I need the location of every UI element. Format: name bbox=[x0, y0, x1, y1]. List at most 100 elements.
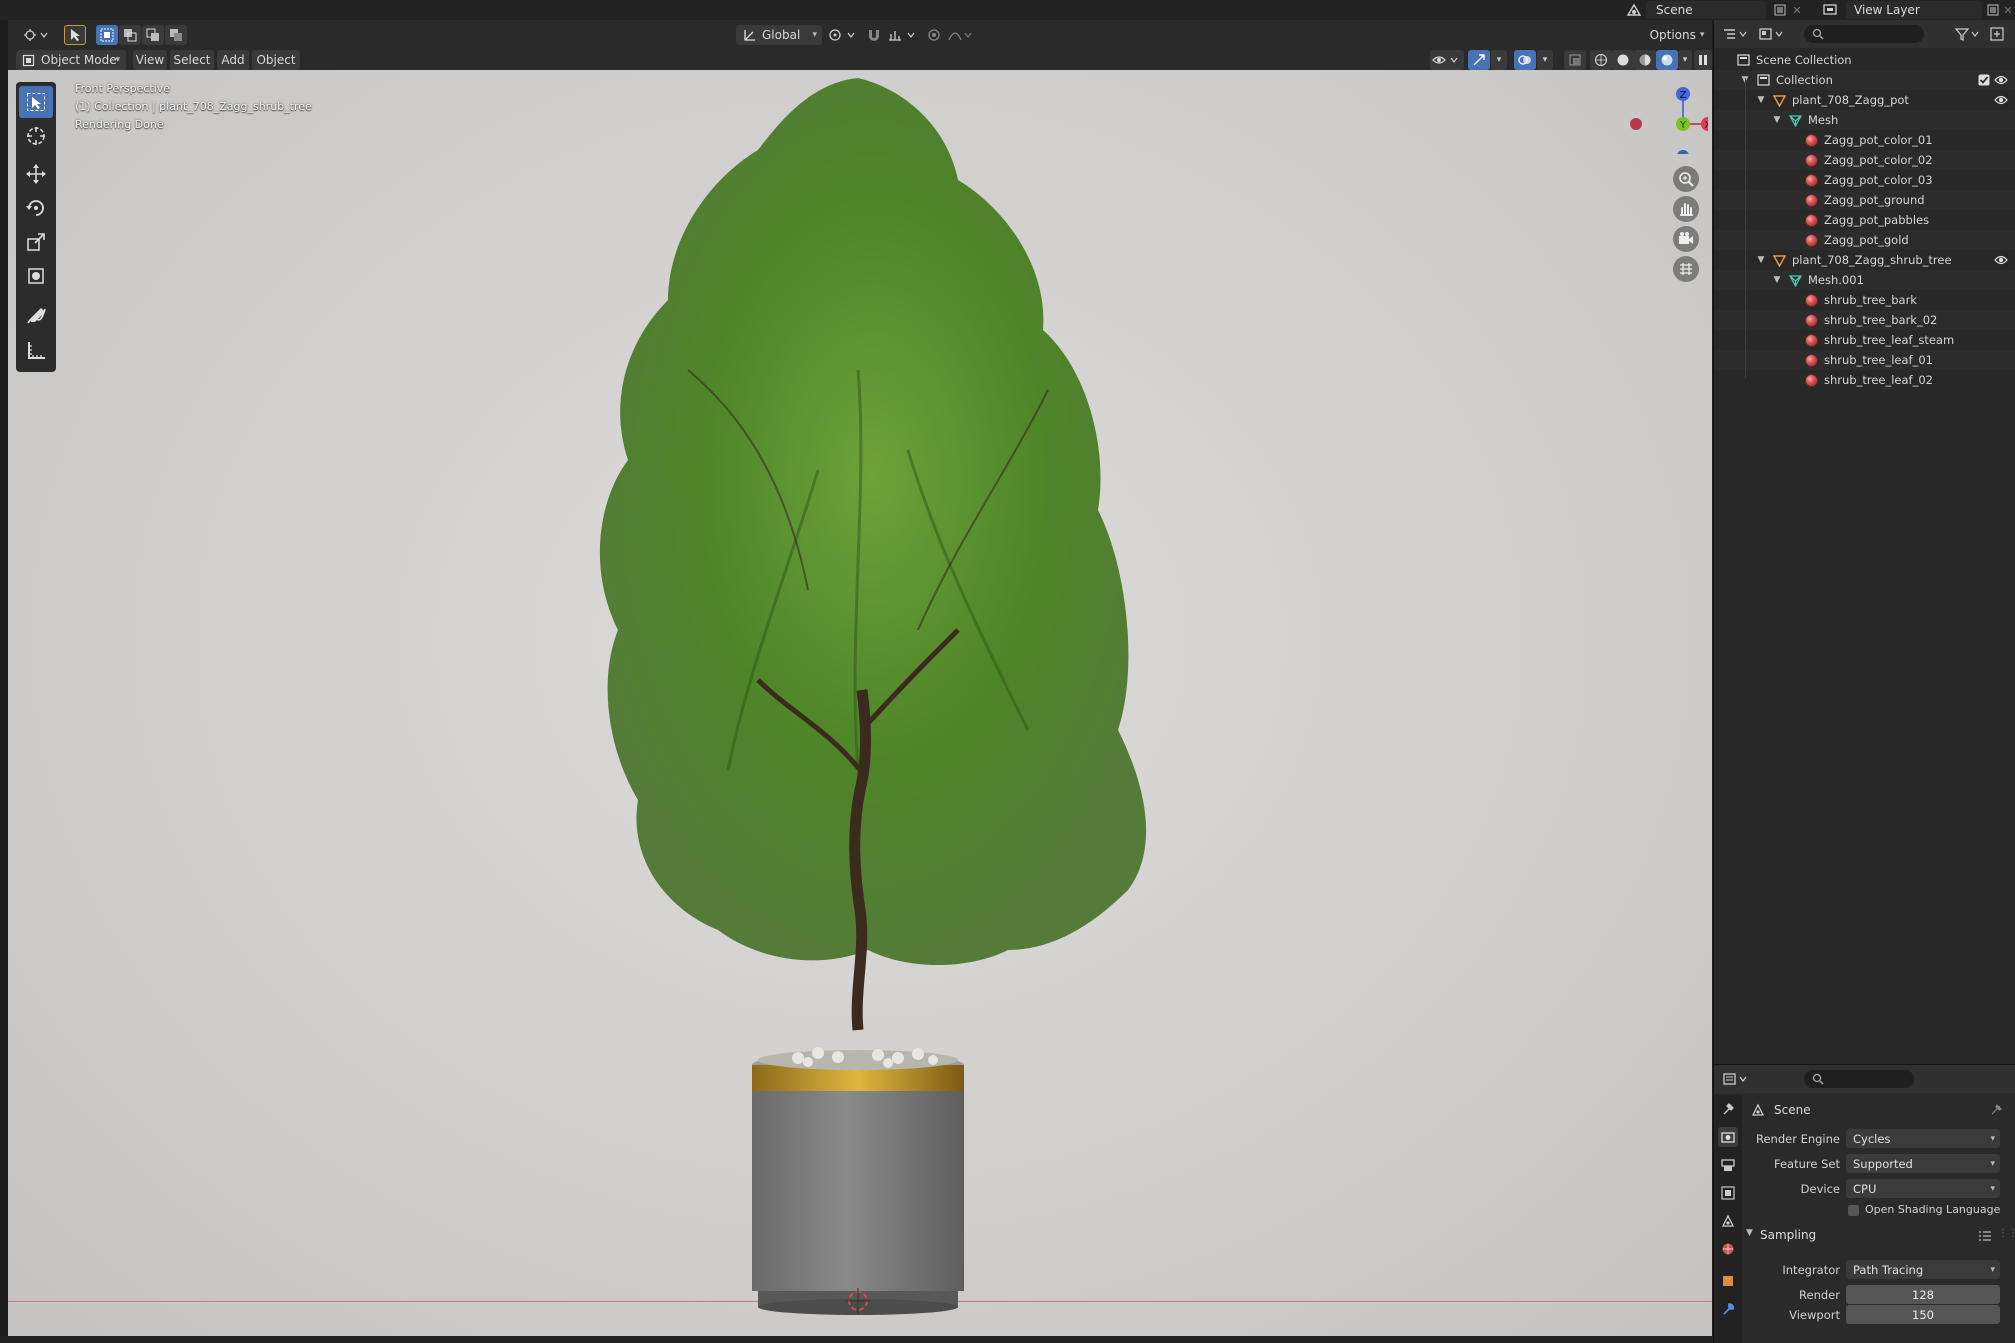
outliner-row-material[interactable]: Zagg_pot_ground bbox=[1714, 190, 2015, 210]
expand-toggle-icon[interactable]: ▼ bbox=[1772, 115, 1782, 125]
proportional-falloff-dropdown[interactable] bbox=[946, 25, 976, 45]
outliner-row-material[interactable]: shrub_tree_leaf_steam bbox=[1714, 330, 2015, 350]
display-mode-icon[interactable] bbox=[1758, 26, 1786, 42]
gizmo-dropdown[interactable]: ▾ bbox=[1491, 50, 1507, 70]
3d-viewport[interactable]: Front Perspective (1) Collection | plant… bbox=[8, 70, 1712, 1336]
expand-toggle-icon[interactable]: ▼ bbox=[1756, 95, 1766, 105]
outliner-row-object[interactable]: ▼ plant_708_Zagg_shrub_tree bbox=[1714, 250, 2015, 270]
sampling-panel-header[interactable]: ▼ Sampling ⋮⋮ bbox=[1744, 1224, 2015, 1248]
render-samples-field[interactable]: 128 bbox=[1846, 1285, 2000, 1304]
gizmo-toggle[interactable] bbox=[1468, 50, 1490, 70]
outliner-row-material[interactable]: shrub_tree_bark bbox=[1714, 290, 2015, 310]
new-view-layer-icon[interactable] bbox=[1986, 2, 2000, 18]
outliner-row-material[interactable]: Zagg_pot_pabbles bbox=[1714, 210, 2015, 230]
render-tab-icon[interactable] bbox=[1718, 1127, 1738, 1147]
outliner-row-collection[interactable]: ▼Collection bbox=[1714, 70, 2015, 90]
modifier-tab-icon[interactable] bbox=[1718, 1299, 1738, 1319]
outliner-row-material[interactable]: shrub_tree_bark_02 bbox=[1714, 310, 2015, 330]
rendered-shading-button[interactable] bbox=[1656, 50, 1678, 70]
select-mode-subtract-button[interactable] bbox=[142, 25, 164, 45]
pan-hand-icon[interactable] bbox=[1673, 196, 1699, 222]
view-layer-tab-icon[interactable] bbox=[1718, 1183, 1738, 1203]
menu-add[interactable]: Add bbox=[217, 50, 249, 70]
camera-view-button[interactable] bbox=[1673, 226, 1699, 252]
overlays-dropdown[interactable]: ▾ bbox=[1537, 50, 1553, 70]
scene-name-field[interactable]: Scene bbox=[1646, 1, 1766, 19]
integrator-dropdown[interactable]: Path Tracing ▾ bbox=[1846, 1260, 2000, 1279]
visibility-eye-icon[interactable] bbox=[1994, 94, 2008, 108]
snap-target-dropdown[interactable] bbox=[886, 25, 920, 45]
outliner-row-material[interactable]: shrub_tree_leaf_01 bbox=[1714, 350, 2015, 370]
object-visibility-dropdown[interactable] bbox=[1430, 50, 1464, 70]
pin-icon[interactable] bbox=[1990, 1102, 2004, 1116]
object-tab-icon[interactable] bbox=[1718, 1271, 1738, 1291]
exclude-checkbox-icon[interactable] bbox=[1978, 74, 1992, 88]
shading-dropdown[interactable]: ▾ bbox=[1678, 50, 1692, 70]
filter-icon[interactable] bbox=[1954, 26, 1982, 42]
outliner-row-object[interactable]: ▼ plant_708_Zagg_pot bbox=[1714, 90, 2015, 110]
select-mode-invert-button[interactable] bbox=[165, 25, 187, 45]
tool-tab-icon[interactable] bbox=[1718, 1099, 1738, 1119]
select-tool-toggle[interactable] bbox=[64, 25, 86, 45]
outliner-row-material[interactable]: Zagg_pot_color_01 bbox=[1714, 130, 2015, 150]
outliner-row-mesh[interactable]: ▼ Mesh.001 bbox=[1714, 270, 2015, 290]
outliner-row-material[interactable]: Zagg_pot_color_03 bbox=[1714, 170, 2015, 190]
outliner-row-scene-collection[interactable]: Scene Collection bbox=[1714, 50, 2015, 70]
new-collection-icon[interactable] bbox=[1988, 26, 2006, 42]
select-mode-new-button[interactable] bbox=[96, 25, 118, 45]
transform-tool[interactable] bbox=[19, 260, 53, 292]
outliner-row-mesh[interactable]: ▼ Mesh bbox=[1714, 110, 2015, 130]
delete-scene-icon[interactable]: ✕ bbox=[1790, 2, 1804, 18]
solid-shading-button[interactable] bbox=[1612, 50, 1634, 70]
scene-tab-icon[interactable] bbox=[1718, 1211, 1738, 1231]
outliner-row-material[interactable]: Zagg_pot_color_02 bbox=[1714, 150, 2015, 170]
pause-render-button[interactable] bbox=[1694, 50, 1712, 70]
select-mode-extend-button[interactable] bbox=[119, 25, 141, 45]
outliner-row-material[interactable]: shrub_tree_leaf_02 bbox=[1714, 370, 2015, 390]
pivot-point-dropdown[interactable] bbox=[826, 25, 860, 45]
snap-toggle[interactable] bbox=[863, 25, 885, 45]
device-dropdown[interactable]: CPU ▾ bbox=[1846, 1179, 2000, 1198]
outliner-editor-type-icon[interactable] bbox=[1722, 26, 1750, 42]
scale-tool[interactable] bbox=[19, 226, 53, 258]
world-tab-icon[interactable] bbox=[1718, 1239, 1738, 1259]
feature-set-dropdown[interactable]: Supported ▾ bbox=[1846, 1154, 2000, 1173]
expand-toggle-icon[interactable]: ▼ bbox=[1772, 275, 1782, 285]
xray-toggle[interactable] bbox=[1564, 50, 1586, 70]
osl-checkbox[interactable] bbox=[1848, 1205, 1859, 1216]
render-engine-dropdown[interactable]: Cycles ▾ bbox=[1846, 1129, 2000, 1148]
delete-view-layer-icon[interactable]: ✕ bbox=[2002, 2, 2014, 18]
mode-dropdown[interactable]: Object Mode ▾ bbox=[16, 50, 126, 70]
outliner-row-material[interactable]: Zagg_pot_gold bbox=[1714, 230, 2015, 250]
visibility-eye-icon[interactable] bbox=[1994, 74, 2008, 88]
editor-type-button[interactable] bbox=[16, 25, 56, 45]
material-preview-button[interactable] bbox=[1634, 50, 1656, 70]
options-dropdown[interactable]: Options ▾ bbox=[1646, 25, 1708, 45]
overlays-toggle[interactable] bbox=[1514, 50, 1536, 70]
select-box-tool[interactable] bbox=[19, 86, 53, 118]
annotate-tool[interactable] bbox=[19, 300, 53, 332]
new-scene-icon[interactable] bbox=[1772, 2, 1788, 18]
properties-search-input[interactable] bbox=[1804, 1070, 1914, 1088]
menu-object[interactable]: Object bbox=[252, 50, 300, 70]
outliner-search-input[interactable] bbox=[1804, 25, 1924, 43]
orthographic-toggle-icon[interactable] bbox=[1673, 256, 1699, 282]
drag-handle-icon[interactable]: ⋮⋮ bbox=[1998, 1228, 2015, 1239]
view-layer-selector-icon[interactable] bbox=[1818, 2, 1842, 18]
output-tab-icon[interactable] bbox=[1718, 1155, 1738, 1175]
rotate-tool[interactable] bbox=[19, 192, 53, 224]
measure-tool[interactable] bbox=[19, 334, 53, 366]
scene-selector-icon[interactable] bbox=[1622, 2, 1646, 18]
cursor-tool[interactable] bbox=[19, 120, 53, 152]
menu-view[interactable]: View bbox=[133, 50, 167, 70]
visibility-eye-icon[interactable] bbox=[1994, 254, 2008, 268]
presets-list-icon[interactable] bbox=[1978, 1230, 1992, 1242]
transform-orientation-dropdown[interactable]: Global ▾ bbox=[736, 25, 822, 45]
menu-select[interactable]: Select bbox=[170, 50, 214, 70]
navigation-gizmo[interactable]: Z X Y bbox=[1608, 74, 1708, 154]
proportional-editing-toggle[interactable] bbox=[924, 25, 944, 45]
view-layer-field[interactable]: View Layer bbox=[1846, 1, 1982, 19]
move-tool[interactable] bbox=[19, 158, 53, 190]
properties-editor-type-icon[interactable] bbox=[1722, 1071, 1750, 1087]
expand-toggle-icon[interactable]: ▼ bbox=[1756, 255, 1766, 265]
